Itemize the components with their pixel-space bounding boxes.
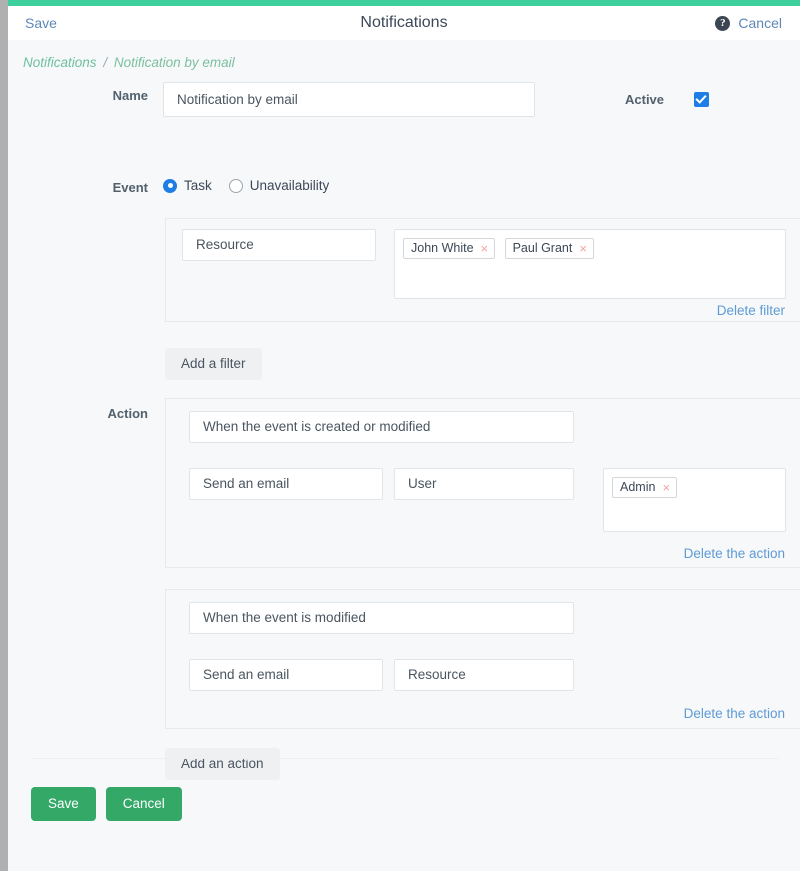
filter-value-tag-label: Paul Grant xyxy=(512,241,573,255)
remove-tag-icon[interactable]: × xyxy=(662,481,670,494)
action-trigger-select[interactable]: When the event is modified xyxy=(189,602,574,634)
action-type-select[interactable]: Send an email xyxy=(189,659,383,691)
event-radio-unavailability-label: Unavailability xyxy=(249,178,330,193)
footer-divider xyxy=(31,758,779,759)
event-radio-task-label: Task xyxy=(184,178,212,193)
filter-values-box[interactable]: John White × Paul Grant × xyxy=(394,229,786,299)
event-row: Event Task Unavailability xyxy=(8,178,800,202)
filter-panel: Resource John White × Paul Grant × Delet… xyxy=(165,218,800,322)
add-filter-button[interactable]: Add a filter xyxy=(165,348,262,380)
page-title: Notifications xyxy=(360,14,448,31)
active-group: Active xyxy=(625,82,710,117)
action-recipient-tag-label: Admin xyxy=(620,480,656,494)
active-checkbox[interactable] xyxy=(694,92,710,107)
event-label: Event xyxy=(112,180,148,195)
delete-action-link[interactable]: Delete the action xyxy=(684,706,785,721)
breadcrumb-separator: / xyxy=(103,55,108,70)
footer-buttons: Save Cancel xyxy=(31,787,182,821)
action-target-select[interactable]: User xyxy=(394,468,574,500)
header-cancel-link[interactable]: Cancel xyxy=(738,15,782,31)
breadcrumb-item-current: Notification by email xyxy=(113,55,235,70)
remove-tag-icon[interactable]: × xyxy=(481,242,489,255)
radio-unselected-icon xyxy=(228,178,243,193)
name-label: Name xyxy=(112,88,148,103)
add-action-button[interactable]: Add an action xyxy=(165,748,280,780)
page-body: Notifications / Notification by email Na… xyxy=(8,40,800,871)
top-accent-bar xyxy=(8,0,800,6)
action-recipient-tag[interactable]: Admin × xyxy=(612,477,678,498)
event-radio-unavailability[interactable]: Unavailability xyxy=(228,178,330,193)
filter-value-tag-label: John White xyxy=(411,241,474,255)
event-radio-task[interactable]: Task xyxy=(163,178,212,193)
delete-filter-link[interactable]: Delete filter xyxy=(717,303,785,318)
active-label: Active xyxy=(625,92,665,107)
remove-tag-icon[interactable]: × xyxy=(579,242,587,255)
page-header: Save Notifications ? Cancel xyxy=(8,6,800,40)
filter-value-tag[interactable]: John White × xyxy=(403,238,496,259)
header-actions: ? Cancel xyxy=(715,15,782,31)
background-app-sidebar-strip xyxy=(0,0,8,871)
cancel-button[interactable]: Cancel xyxy=(105,787,182,821)
breadcrumb-item-notifications[interactable]: Notifications xyxy=(23,55,97,70)
breadcrumb: Notifications / Notification by email xyxy=(23,55,235,70)
filter-field-select[interactable]: Resource xyxy=(182,229,376,261)
name-input[interactable]: Notification by email xyxy=(163,82,535,117)
action-label: Action xyxy=(107,406,148,421)
action-target-select[interactable]: Resource xyxy=(394,659,574,691)
radio-selected-icon xyxy=(163,178,177,193)
help-circle-icon[interactable]: ? xyxy=(715,15,731,31)
action-panel: When the event is created or modified Se… xyxy=(165,398,800,568)
action-panel: When the event is modified Send an email… xyxy=(165,589,800,729)
filter-value-tag[interactable]: Paul Grant × xyxy=(504,238,594,259)
notification-editor-screen: Save Notifications ? Cancel Notification… xyxy=(0,0,800,871)
event-radio-group: Task Unavailability xyxy=(163,178,329,193)
action-recipients-box[interactable]: Admin × xyxy=(603,468,786,532)
delete-action-link[interactable]: Delete the action xyxy=(684,546,785,561)
action-type-select[interactable]: Send an email xyxy=(189,468,383,500)
name-row: Name Notification by email Active xyxy=(8,82,800,118)
save-button[interactable]: Save xyxy=(31,787,96,821)
action-trigger-select[interactable]: When the event is created or modified xyxy=(189,411,574,443)
